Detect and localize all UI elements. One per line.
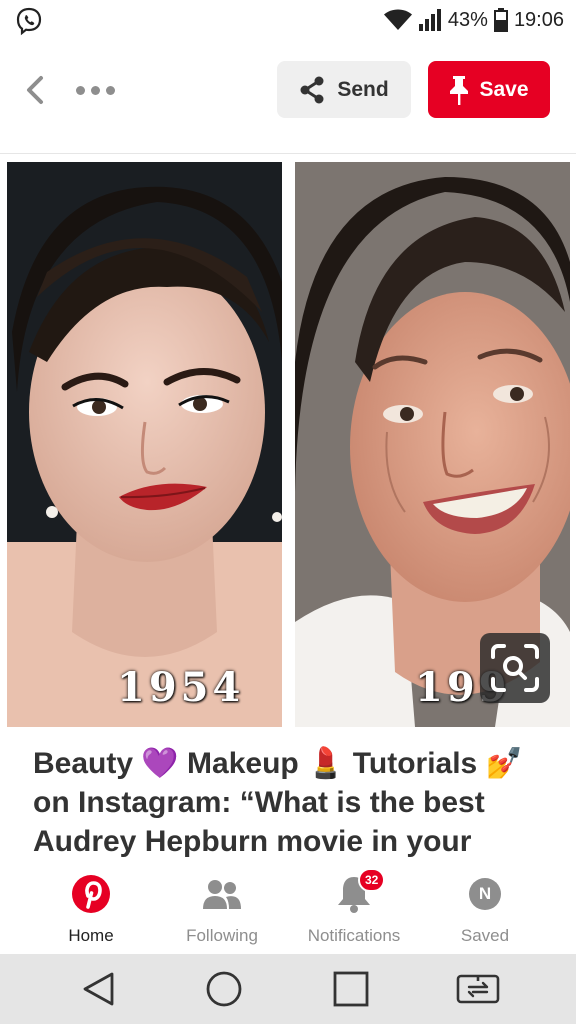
pinterest-logo-icon: [72, 875, 110, 913]
square-recents-icon: [333, 971, 369, 1007]
circle-home-icon: [206, 971, 242, 1007]
viber-icon: [16, 7, 42, 36]
triangle-back-icon: [83, 972, 114, 1006]
nav-following[interactable]: Following: [156, 874, 288, 950]
nav-notifications[interactable]: 32 Notifications: [288, 868, 420, 950]
photo-1954: 1954: [7, 162, 282, 727]
notifications-badge: 32: [358, 868, 386, 892]
back-button[interactable]: [18, 72, 52, 108]
bottom-nav: Home Following 32 Notifications N Saved: [0, 866, 576, 954]
visual-search-button[interactable]: [480, 633, 550, 703]
pin-icon: [450, 75, 469, 105]
signal-icon: [418, 9, 441, 31]
ellipsis-icon: [75, 85, 85, 95]
profile-avatar: N: [469, 878, 501, 910]
save-button[interactable]: Save: [428, 61, 550, 118]
people-icon: [203, 880, 241, 909]
pin-image[interactable]: 1954 199: [0, 155, 576, 731]
lens-search-icon: [491, 644, 539, 692]
system-recents-button[interactable]: [328, 968, 374, 1010]
share-icon: [300, 76, 324, 103]
dual-window-icon: [456, 974, 500, 1004]
wifi-icon: [383, 9, 412, 30]
nav-notifications-label: Notifications: [307, 926, 401, 945]
status-bar: 43% 19:06: [0, 0, 576, 40]
send-label: Send: [337, 77, 389, 101]
clock: 19:06: [513, 8, 564, 31]
send-button[interactable]: Send: [277, 61, 411, 118]
system-back-button[interactable]: [75, 968, 121, 1010]
system-dual-window-button[interactable]: [455, 968, 501, 1010]
pin-title[interactable]: Beauty 💜 Makeup 💄 Tutorials 💅 on Instagr…: [33, 744, 553, 866]
nav-home[interactable]: Home: [25, 874, 157, 950]
pin-action-bar: Send Save: [0, 40, 576, 154]
system-nav-bar: [0, 954, 576, 1024]
battery-icon: [493, 8, 508, 32]
save-label: Save: [479, 77, 529, 101]
chevron-left-icon: [27, 76, 43, 104]
year-label-left: 1954: [117, 664, 245, 711]
nav-saved-label: Saved: [460, 926, 510, 945]
battery-percent: 43%: [447, 8, 488, 31]
nav-home-label: Home: [68, 926, 114, 945]
more-options-button[interactable]: [70, 72, 120, 108]
nav-saved[interactable]: N Saved: [419, 874, 551, 950]
portrait-young: [7, 162, 282, 727]
nav-following-label: Following: [186, 926, 258, 945]
system-home-button[interactable]: [201, 968, 247, 1010]
